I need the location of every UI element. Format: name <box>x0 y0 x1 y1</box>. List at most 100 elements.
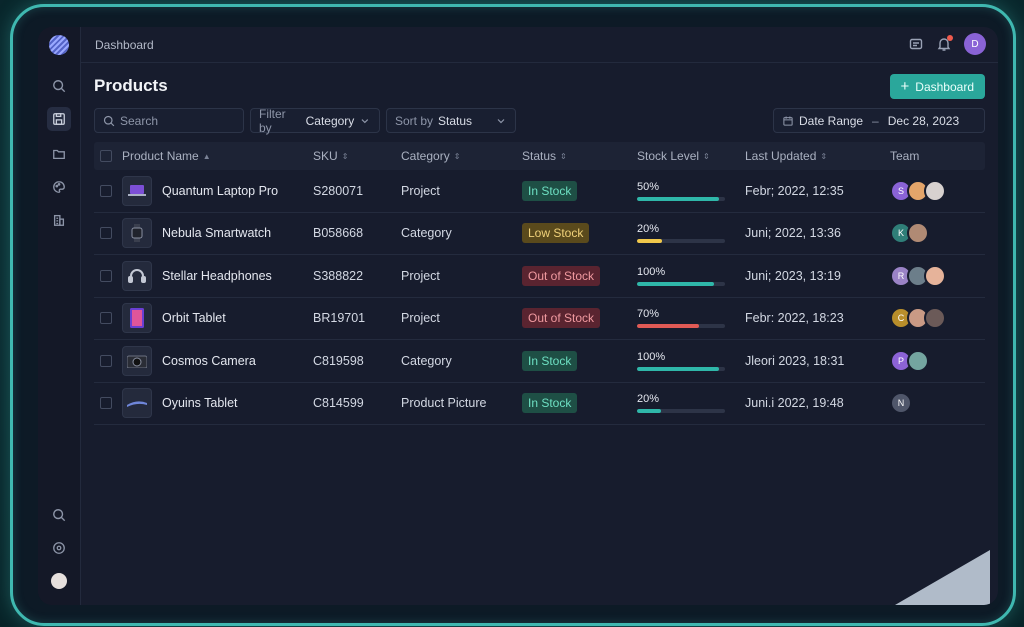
date-range-value: Dec 28, 2023 <box>887 113 960 128</box>
team-avatars: N <box>890 392 985 415</box>
table-row[interactable]: Quantum Laptop Pro S280071 Project In St… <box>94 170 985 213</box>
stock-bar <box>637 324 725 329</box>
filter-prefix: Filter by <box>259 106 286 135</box>
stock-level: 20% <box>637 223 725 244</box>
team-avatar[interactable] <box>924 307 946 330</box>
table-row[interactable]: Cosmos Camera C819598 Category In Stock … <box>94 340 985 383</box>
column-header-stock[interactable]: Stock Level ⇕ <box>637 149 745 163</box>
user-avatar[interactable]: D <box>964 33 986 55</box>
last-updated: Febr: 2022, 18:23 <box>745 311 844 326</box>
message-icon[interactable] <box>908 36 924 52</box>
stock-bar-fill <box>637 324 699 329</box>
column-label: Category <box>401 149 450 163</box>
profile-avatar[interactable] <box>51 573 67 589</box>
sort-icon: ⇕ <box>341 151 349 161</box>
stock-level: 20% <box>637 393 725 414</box>
team-avatar[interactable] <box>924 179 946 202</box>
app-window: Dashboard D Products + Dashboard Search … <box>38 27 998 605</box>
app-logo[interactable] <box>49 35 69 55</box>
status-badge: In Stock <box>522 350 578 371</box>
save-icon[interactable] <box>47 107 71 131</box>
product-name[interactable]: Oyuins Tablet <box>162 396 238 410</box>
status-sort-dropdown[interactable]: Sort by Status <box>386 108 516 133</box>
column-header-category[interactable]: Category ⇕ <box>401 149 522 163</box>
column-label: Stock Level <box>637 149 700 163</box>
settings-icon[interactable] <box>47 536 71 560</box>
select-all-checkbox[interactable] <box>100 150 112 162</box>
last-updated: Juni; 2022, 13:36 <box>745 226 841 241</box>
add-dashboard-button[interactable]: + Dashboard <box>889 74 985 99</box>
table-row[interactable]: Stellar Headphones S388822 Project Out o… <box>94 255 985 298</box>
product-name[interactable]: Nebula Smartwatch <box>162 226 271 240</box>
status-badge: In Stock <box>522 180 578 201</box>
stock-percent: 100% <box>637 265 666 278</box>
column-label: SKU <box>313 149 338 163</box>
column-header-team: Team <box>890 149 985 163</box>
tablet-icon <box>122 303 152 334</box>
sku: S280071 <box>313 183 364 198</box>
folder-icon[interactable] <box>47 142 71 166</box>
column-label: Last Updated <box>745 149 817 163</box>
category-filter-dropdown[interactable]: Filter by Category <box>250 106 380 135</box>
category: Product Picture <box>401 396 487 411</box>
row-checkbox[interactable] <box>100 312 112 325</box>
breadcrumb[interactable]: Dashboard <box>95 38 154 52</box>
product-name[interactable]: Quantum Laptop Pro <box>162 184 278 198</box>
team-avatar[interactable] <box>907 349 929 372</box>
smartwatch-icon <box>122 218 152 249</box>
column-header-updated[interactable]: Last Updated ⇕ <box>745 149 890 163</box>
team-avatar[interactable] <box>924 264 946 287</box>
search-placeholder: Search <box>120 113 159 128</box>
stock-bar <box>637 239 725 244</box>
category: Project <box>401 311 440 326</box>
team-avatars: K <box>890 222 985 245</box>
sku: B058668 <box>313 226 364 241</box>
column-header-status[interactable]: Status ⇕ <box>522 149 637 163</box>
bell-icon[interactable] <box>936 35 953 52</box>
sort-icon: ⇕ <box>820 151 828 161</box>
row-checkbox[interactable] <box>100 227 112 240</box>
stock-bar <box>637 409 725 414</box>
status-badge: Out of Stock <box>522 308 601 329</box>
search-input[interactable]: Search <box>94 108 244 133</box>
product-name[interactable]: Orbit Tablet <box>162 311 226 325</box>
row-checkbox[interactable] <box>100 397 112 410</box>
column-header-sku[interactable]: SKU ⇕ <box>313 149 401 163</box>
stock-bar-fill <box>637 366 719 371</box>
table-row[interactable]: Orbit Tablet BR19701 Project Out of Stoc… <box>94 298 985 340</box>
sidebar <box>38 27 81 605</box>
palette-icon[interactable] <box>47 175 71 199</box>
toolbar: Search Filter by Category Sort by Status… <box>94 106 985 135</box>
sku: C814599 <box>313 396 364 411</box>
table-row[interactable]: Nebula Smartwatch B058668 Category Low S… <box>94 213 985 255</box>
team-avatars: C <box>890 307 985 330</box>
building-icon[interactable] <box>47 208 71 232</box>
sku: C819598 <box>313 353 364 368</box>
search-icon[interactable] <box>47 503 71 527</box>
stock-percent: 100% <box>637 350 666 363</box>
product-name[interactable]: Cosmos Camera <box>162 354 256 368</box>
camera-icon <box>122 345 152 376</box>
column-label: Team <box>890 149 920 163</box>
product-name[interactable]: Stellar Headphones <box>162 269 272 283</box>
row-checkbox[interactable] <box>100 354 112 367</box>
column-label: Product Name <box>122 149 199 163</box>
last-updated: Juni.i 2022, 19:48 <box>745 396 844 411</box>
date-range-picker[interactable]: Date Range – Dec 28, 2023 <box>773 108 985 133</box>
team-avatar[interactable] <box>907 222 929 245</box>
headphones-icon <box>122 260 152 291</box>
team-avatar[interactable]: N <box>890 392 912 415</box>
sku: BR19701 <box>313 311 366 326</box>
stock-bar-fill <box>637 281 715 286</box>
row-checkbox[interactable] <box>100 269 112 282</box>
last-updated: Febr; 2022, 12:35 <box>745 183 844 198</box>
row-checkbox[interactable] <box>100 184 112 197</box>
stock-level: 50% <box>637 181 725 201</box>
table-row[interactable]: Oyuins Tablet C814599 Product Picture In… <box>94 383 985 425</box>
team-avatars: R <box>890 264 985 287</box>
table-header: Product Name ▲ SKU ⇕ Category ⇕ Status ⇕ Sto… <box>94 142 985 170</box>
column-header-name[interactable]: Product Name ▲ <box>122 149 313 163</box>
search-icon[interactable] <box>47 74 71 98</box>
stock-bar <box>637 281 725 286</box>
status-badge: Low Stock <box>522 223 590 244</box>
